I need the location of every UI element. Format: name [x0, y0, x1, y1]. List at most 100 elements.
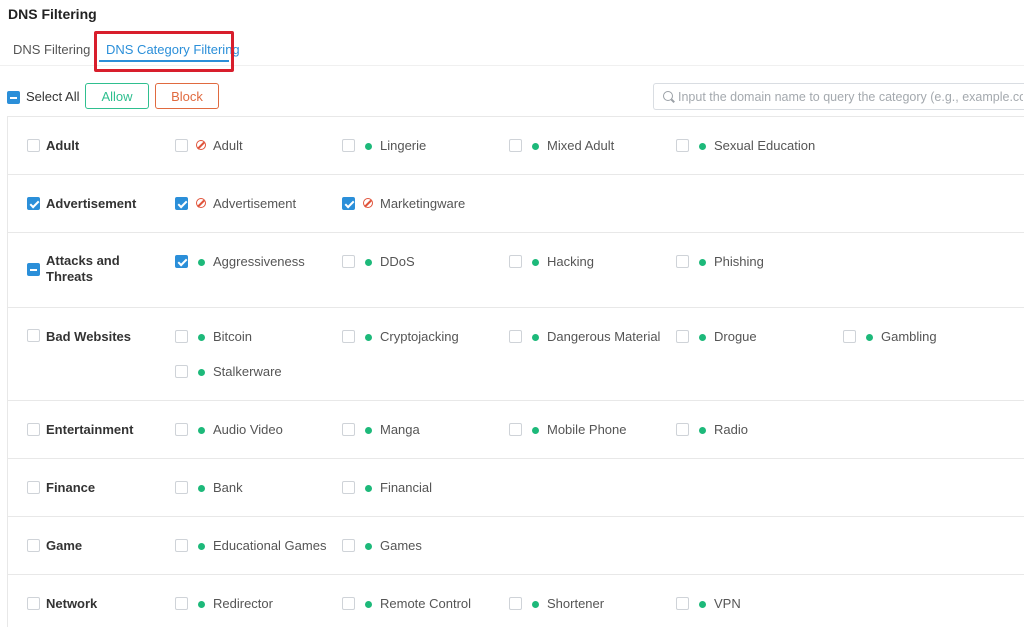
category-row-finance: Finance Bank Financial: [8, 459, 1024, 517]
subcategory-checkbox[interactable]: [175, 255, 188, 268]
category-label-line: Threats: [46, 269, 93, 284]
allow-button[interactable]: Allow: [85, 83, 149, 109]
subcategory-checkbox[interactable]: [509, 255, 522, 268]
subcategory-checkbox[interactable]: [342, 330, 355, 343]
toolbar: Select All Allow Block: [0, 83, 1024, 111]
category-checkbox-network[interactable]: [27, 597, 40, 610]
category-row-game: Game Educational Games Games: [8, 517, 1024, 575]
subcategory-checkbox[interactable]: [342, 597, 355, 610]
allowed-status-dot: [198, 427, 205, 434]
subcategory-label: Radio: [714, 422, 748, 437]
category-checkbox-adult[interactable]: [27, 139, 40, 152]
category-checkbox-advertisement[interactable]: [27, 197, 40, 210]
subcategory-checkbox[interactable]: [843, 330, 856, 343]
subcategory-label: Manga: [380, 422, 420, 437]
subcategory-label: DDoS: [380, 254, 415, 269]
allowed-status-dot: [365, 601, 372, 608]
subcategory-checkbox[interactable]: [175, 330, 188, 343]
subcategory-label: Dangerous Material: [547, 329, 661, 344]
subcategory-checkbox[interactable]: [175, 423, 188, 436]
subcategory-label: Redirector: [213, 596, 273, 611]
subcategory-checkbox[interactable]: [175, 539, 188, 552]
category-label: Game: [46, 538, 83, 553]
subcategory-label: Games: [380, 538, 422, 553]
domain-search: [653, 83, 1024, 110]
subcategory-checkbox[interactable]: [342, 139, 355, 152]
subcategory-checkbox[interactable]: [175, 197, 188, 210]
subcategory-label: Mobile Phone: [547, 422, 627, 437]
subcategory-label: Hacking: [547, 254, 594, 269]
domain-search-input[interactable]: [678, 84, 1023, 109]
subcategory-label: Audio Video: [213, 422, 283, 437]
allowed-status-dot: [532, 334, 539, 341]
subcategory-checkbox[interactable]: [676, 255, 689, 268]
allowed-status-dot: [532, 143, 539, 150]
blocked-icon: [196, 140, 206, 150]
subcategory-label: Bitcoin: [213, 329, 253, 344]
category-checkbox-game[interactable]: [27, 539, 40, 552]
subcategory-checkbox[interactable]: [175, 597, 188, 610]
subcategory-label: Phishing: [714, 254, 764, 269]
subcategory-checkbox[interactable]: [676, 139, 689, 152]
category-label: Finance: [46, 480, 96, 495]
category-label: Network: [46, 596, 98, 611]
category-label: Bad Websites: [46, 329, 132, 344]
subcategory-checkbox[interactable]: [175, 481, 188, 494]
category-row-network: Network Redirector Remote Control Shortener…: [8, 575, 1024, 627]
select-all-label: Select All: [26, 89, 80, 104]
allowed-status-dot: [532, 259, 539, 266]
allowed-status-dot: [699, 427, 706, 434]
subcategory-checkbox[interactable]: [342, 481, 355, 494]
subcategory-label: Bank: [213, 480, 243, 495]
blocked-icon: [363, 198, 373, 208]
subcategory-label: Gambling: [881, 329, 937, 344]
category-row-adult: Adult Adult Lingerie Mixed Adult Sexual Educ…: [8, 117, 1024, 175]
subcategory-label: Cryptojacking: [380, 329, 459, 344]
allowed-status-dot: [198, 334, 205, 341]
block-button[interactable]: Block: [155, 83, 219, 109]
allowed-status-dot: [365, 259, 372, 266]
allowed-status-dot: [198, 543, 205, 550]
subcategory-checkbox[interactable]: [509, 423, 522, 436]
category-checkbox-attacks-and-threats[interactable]: [27, 263, 40, 276]
allowed-status-dot: [198, 601, 205, 608]
subcategory-label: Educational Games: [213, 538, 327, 553]
category-row-entertainment: Entertainment Audio Video Manga Mobile Phon…: [8, 401, 1024, 459]
category-row-bad-websites: Bad Websites Bitcoin Cryptojacking Dangerou…: [8, 308, 1024, 401]
subcategory-checkbox[interactable]: [509, 330, 522, 343]
subcategory-checkbox[interactable]: [175, 139, 188, 152]
allowed-status-dot: [532, 601, 539, 608]
allowed-status-dot: [699, 334, 706, 341]
subcategory-label: Financial: [380, 480, 433, 495]
tab-dns-filtering[interactable]: DNS Filtering: [13, 42, 90, 57]
allowed-status-dot: [365, 485, 372, 492]
subcategory-checkbox[interactable]: [676, 330, 689, 343]
subcategory-checkbox[interactable]: [342, 255, 355, 268]
subcategory-checkbox[interactable]: [342, 197, 355, 210]
subcategory-checkbox[interactable]: [676, 597, 689, 610]
allowed-status-dot: [699, 259, 706, 266]
allowed-status-dot: [365, 143, 372, 150]
subcategory-label: Remote Control: [380, 596, 472, 611]
subcategory-label: Mixed Adult: [547, 138, 615, 153]
subcategory-checkbox[interactable]: [509, 597, 522, 610]
subcategory-label: VPN: [714, 596, 741, 611]
allowed-status-dot: [198, 369, 205, 376]
category-label: Adult: [46, 138, 80, 153]
category-checkbox-entertainment[interactable]: [27, 423, 40, 436]
subcategory-label: Adult: [213, 138, 243, 153]
subcategory-checkbox[interactable]: [676, 423, 689, 436]
subcategory-checkbox[interactable]: [342, 423, 355, 436]
subcategory-label: Marketingware: [380, 196, 466, 211]
subcategory-checkbox[interactable]: [175, 365, 188, 378]
select-all-checkbox[interactable]: [7, 91, 20, 104]
search-icon: [663, 91, 673, 101]
subcategory-label: Stalkerware: [213, 364, 282, 379]
category-checkbox-finance[interactable]: [27, 481, 40, 494]
category-label: Advertisement: [46, 196, 137, 211]
subcategory-checkbox[interactable]: [509, 139, 522, 152]
category-checkbox-bad-websites[interactable]: [27, 329, 40, 342]
tab-dns-category-filtering[interactable]: DNS Category Filtering: [106, 42, 240, 57]
allowed-status-dot: [699, 601, 706, 608]
subcategory-checkbox[interactable]: [342, 539, 355, 552]
